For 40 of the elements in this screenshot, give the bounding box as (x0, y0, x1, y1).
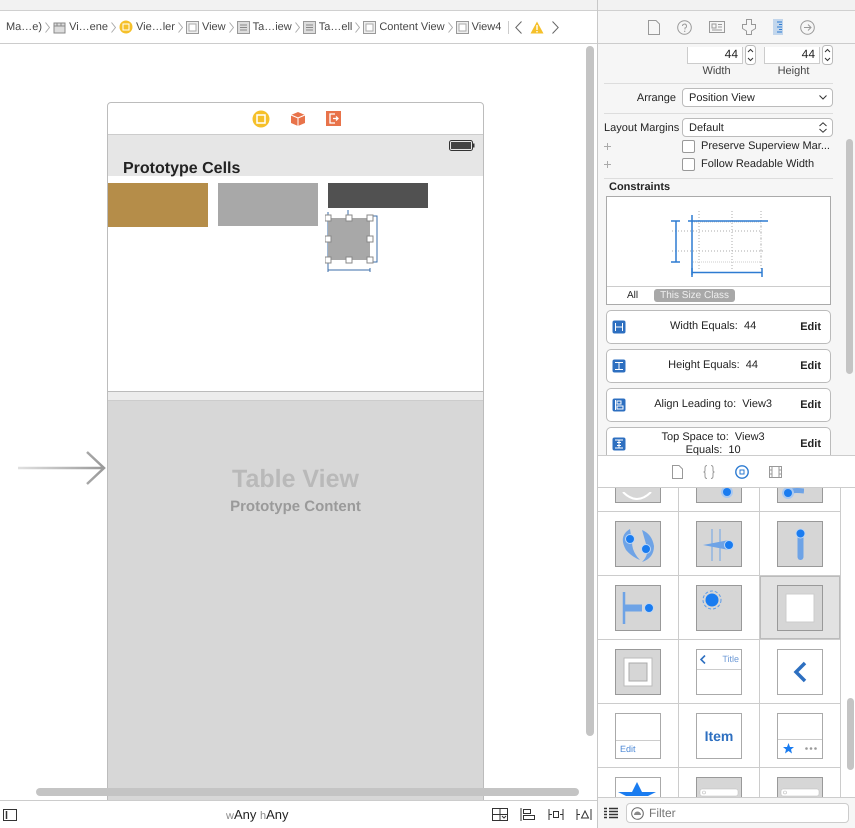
constraint-row[interactable]: Align Leading to: View3 Edit (606, 388, 831, 422)
field-label: Arrange (636, 92, 676, 104)
constraint-text: Width Equals: 44 (669, 320, 758, 334)
breadcrumb-item[interactable]: Ta…ell (302, 20, 352, 34)
breadcrumb-item[interactable]: Vie…ler (119, 20, 175, 34)
edit-button[interactable]: Edit (800, 399, 821, 411)
nav-title: Title (722, 654, 739, 664)
checkbox-label[interactable]: Preserve Superview Mar... (701, 140, 830, 152)
edit-button[interactable]: Edit (800, 321, 821, 333)
dropdown[interactable]: Position View (682, 88, 833, 107)
size-class-label[interactable]: wAny hAny (226, 807, 288, 822)
breadcrumb-item[interactable]: Vi…ene (53, 20, 108, 34)
field-label: Width (702, 65, 731, 77)
bar-item-label: Item (704, 728, 734, 744)
section-title: Constraints (609, 181, 672, 193)
dropdown[interactable]: Default (682, 118, 833, 137)
library-item[interactable]: Item (679, 704, 760, 767)
edit-button[interactable]: Edit (800, 438, 821, 450)
number-field[interactable]: 44 (764, 46, 820, 64)
constraint-row[interactable]: Top Space to: View3 Equals: 10 Edit (606, 427, 831, 455)
constraint-text: Align Leading to: View3 (653, 398, 774, 412)
breadcrumb-item[interactable]: View (186, 20, 226, 34)
field-label: Height (778, 65, 810, 77)
filter-field[interactable]: Filter (626, 803, 849, 823)
constraint-row[interactable]: Width Equals: 44 Edit (606, 310, 831, 344)
breadcrumb-item[interactable]: Ta…iew (236, 20, 292, 34)
constraint-text: Height Equals: 44 (667, 359, 760, 373)
toolbar-label: Edit (620, 744, 636, 754)
table-view-subtitle: Prototype Content (230, 498, 361, 515)
breadcrumb-item[interactable]: View4 (456, 20, 502, 34)
constraint-text: Top Space to: View3 Equals: 10 (660, 430, 766, 455)
number-field[interactable]: 44 (687, 46, 743, 64)
filter-tab[interactable]: All (621, 289, 644, 302)
constraint-row[interactable]: Height Equals: 44 Edit (606, 349, 831, 383)
section-title: Prototype Cells (123, 160, 240, 178)
breadcrumb-item[interactable]: Content View (363, 20, 445, 34)
breadcrumb-item[interactable]: Ma…e) (6, 21, 42, 33)
checkbox-label[interactable]: Follow Readable Width (701, 158, 814, 170)
library-item[interactable]: Edit (598, 704, 679, 767)
edit-button[interactable]: Edit (800, 360, 821, 372)
